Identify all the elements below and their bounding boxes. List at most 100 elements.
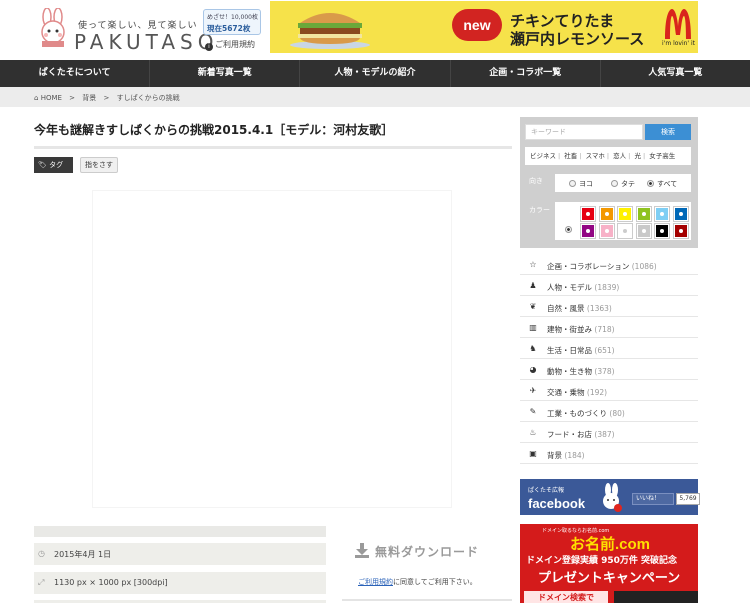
tag-label-text: タグ	[49, 161, 64, 169]
home-icon: ⌂	[34, 94, 39, 102]
photo-size: 1130 px × 1000 px [300dpi]	[54, 578, 168, 587]
color-swatch[interactable]	[617, 223, 633, 239]
orientation-all[interactable]: すべて	[647, 179, 677, 189]
category-count: (1839)	[594, 283, 620, 292]
category-name: 自然・風景	[547, 304, 585, 313]
color-all-radio[interactable]	[565, 217, 575, 236]
keyword-schoolgirl[interactable]: 女子高生	[649, 152, 675, 160]
nav-models[interactable]: 人物・モデルの紹介	[300, 60, 451, 87]
nav-new-photos[interactable]: 新着写真一覧	[150, 60, 301, 87]
category-name: 建物・街並み	[547, 325, 592, 334]
category-item[interactable]: ▥ 建物・街並み (718)	[520, 317, 698, 338]
color-swatch[interactable]	[654, 223, 670, 239]
swatch-radio-icon	[586, 229, 590, 233]
category-item[interactable]: ❦ 自然・風景 (1363)	[520, 296, 698, 317]
nav-popular[interactable]: 人気写真一覧	[601, 60, 750, 87]
domain-ad-banner[interactable]: ドメイン取るならお名前.com お名前.com ドメイン登録実績 950万件 突…	[520, 524, 698, 603]
swatch-radio-icon	[623, 212, 627, 216]
color-swatch[interactable]	[580, 206, 596, 222]
category-item[interactable]: ◕ 動物・生き物 (378)	[520, 359, 698, 380]
goal-text: めざせ！10,000枚	[207, 14, 258, 21]
swatch-radio-icon	[678, 229, 683, 233]
download-icon	[355, 543, 369, 558]
category-item[interactable]: ♨ フード・お店 (387)	[520, 422, 698, 443]
color-swatch[interactable]	[672, 223, 689, 239]
swatch-radio-icon	[660, 229, 664, 233]
search-button[interactable]: 検索	[645, 124, 691, 140]
breadcrumb-category[interactable]: 背景	[82, 94, 96, 102]
category-name: フード・お店	[547, 430, 592, 439]
star-icon: ☆	[529, 260, 537, 269]
terms-link[interactable]: i ご利用規約	[205, 39, 255, 51]
swatch-radio-icon	[641, 229, 646, 233]
category-name: 生活・日常品	[547, 346, 592, 355]
category-item[interactable]: ✈ 交通・乗物 (192)	[520, 380, 698, 401]
bunny-mascot-icon	[603, 483, 622, 512]
category-label: フード・お店 (387)	[547, 429, 615, 440]
keyword-lover[interactable]: 恋人	[613, 152, 626, 160]
swatch-radio-icon	[678, 212, 683, 216]
top-banner-ad[interactable]: new チキンてりたま 瀬戸内レモンソース i'm lovin' it	[270, 1, 698, 53]
category-count: (378)	[594, 367, 615, 376]
category-item[interactable]: ✎ 工業・ものづくり (80)	[520, 401, 698, 422]
category-item[interactable]: ☆ 企画・コラボレーション (1086)	[520, 254, 698, 275]
meta-size-row: ⤢ 1130 px × 1000 px [300dpi]	[34, 572, 326, 594]
orientation-portrait-label: タテ	[621, 180, 635, 188]
fb-like-button[interactable]: いいね！	[632, 493, 674, 505]
category-count: (1363)	[586, 304, 612, 313]
color-swatch[interactable]	[635, 223, 652, 239]
nav-about[interactable]: ぱくたそについて	[0, 60, 151, 87]
color-swatch[interactable]	[580, 223, 596, 239]
meta-header-bar	[34, 526, 326, 537]
facebook-banner[interactable]: ぱくたそ広報 facebook いいね！ 5,769	[520, 479, 700, 515]
site-logo[interactable]: 使って楽しい、見て楽しい PAKUTASO	[34, 6, 213, 54]
wrench-icon: ✎	[529, 407, 537, 416]
color-swatch[interactable]	[598, 223, 615, 239]
category-name: 動物・生き物	[547, 367, 592, 376]
category-item[interactable]: ▣ 背景 (184)	[520, 443, 698, 464]
color-swatch[interactable]	[598, 206, 615, 222]
tag-icon: 🏷︎	[38, 161, 47, 169]
download-terms-link[interactable]: ご利用規約	[358, 578, 393, 586]
plane-icon: ✈	[529, 386, 537, 395]
keyword-light[interactable]: 光	[634, 152, 641, 160]
title-divider	[34, 146, 512, 149]
category-count: (651)	[594, 346, 615, 355]
cutlery-icon: ♨	[529, 428, 537, 437]
orientation-options: ヨコ タテ すべて	[555, 174, 691, 192]
radio-icon	[569, 180, 576, 187]
color-swatch[interactable]	[617, 206, 633, 222]
keyword-shachiku[interactable]: 社畜	[564, 152, 577, 160]
category-item[interactable]: ♟ 人物・モデル (1839)	[520, 275, 698, 296]
breadcrumb-home[interactable]: HOME	[41, 94, 62, 102]
main-photo[interactable]	[92, 190, 452, 508]
color-swatch[interactable]	[635, 206, 652, 222]
tag-chip[interactable]: 指をさす	[80, 157, 118, 173]
main-nav: ぱくたそについて 新着写真一覧 人物・モデルの紹介 企画・コラボ一覧 人気写真一…	[0, 60, 750, 87]
color-swatch[interactable]	[672, 206, 689, 222]
orientation-landscape[interactable]: ヨコ	[569, 179, 593, 189]
category-name: 工業・ものづくり	[547, 409, 607, 418]
category-label: 自然・風景 (1363)	[547, 303, 612, 314]
category-count: (184)	[564, 451, 585, 460]
ad-search-label: ドメイン検索で	[524, 591, 608, 603]
ad-search-box	[614, 591, 698, 603]
category-count: (192)	[586, 388, 608, 397]
breadcrumb: ⌂ HOME > 背景 > すしぱくからの挑戦	[34, 93, 180, 103]
category-count: (80)	[609, 409, 625, 418]
category-label: 人物・モデル (1839)	[547, 282, 619, 293]
nav-collabs[interactable]: 企画・コラボ一覧	[451, 60, 601, 87]
download-title[interactable]: 無料ダウンロード	[375, 543, 479, 560]
keyword-smartphone[interactable]: スマホ	[586, 152, 605, 160]
people-icon: ♞	[529, 344, 537, 353]
burger-image-icon	[290, 13, 370, 49]
breadcrumb-current: すしぱくからの挑戦	[116, 94, 180, 102]
orientation-portrait[interactable]: タテ	[611, 179, 635, 189]
color-swatch[interactable]	[654, 206, 670, 222]
keyword-business[interactable]: ビジネス	[530, 152, 556, 160]
search-input[interactable]: キーワード	[525, 124, 643, 140]
radio-icon	[611, 180, 618, 187]
fb-like-label: いいね！	[636, 495, 661, 502]
download-note: ご利用規約に同意してご利用下さい。	[358, 577, 477, 587]
category-item[interactable]: ♞ 生活・日常品 (651)	[520, 338, 698, 359]
